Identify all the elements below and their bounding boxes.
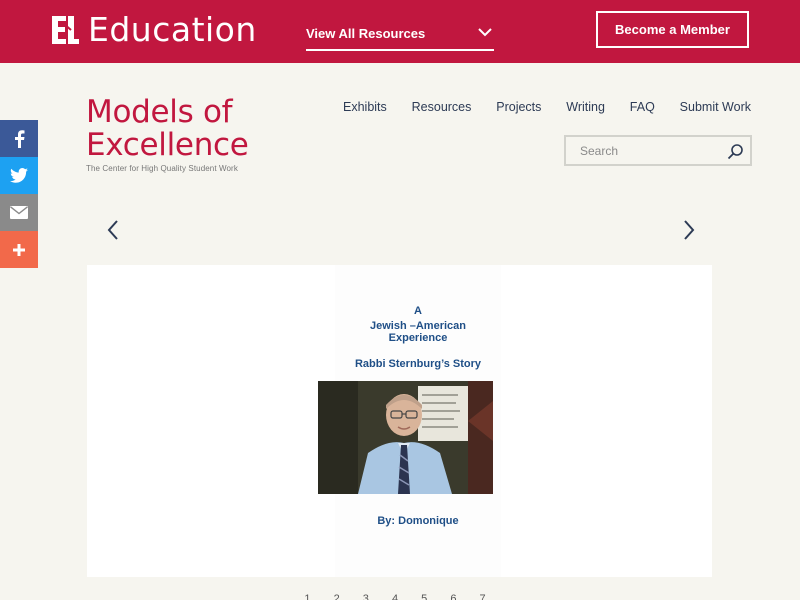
- cover-title-line-2: Experience: [388, 332, 448, 344]
- brand-tagline: The Center for High Quality Student Work: [86, 164, 238, 173]
- carousel-prev-arrow-icon[interactable]: [104, 219, 124, 241]
- pager-page[interactable]: 5: [421, 593, 437, 600]
- resources-dropdown-label: View All Resources: [306, 26, 426, 41]
- carousel-pager: 1 2 3 4 5 6 7: [0, 593, 800, 600]
- social-share-bar: [0, 120, 38, 268]
- top-bar: Education View All Resources Become a Me…: [0, 0, 800, 63]
- el-education-logo[interactable]: Education: [50, 12, 257, 48]
- models-of-excellence-logo[interactable]: Models of Excellence The Center for High…: [86, 94, 249, 174]
- pager-page[interactable]: 2: [334, 593, 350, 600]
- carousel-next-arrow-icon[interactable]: [678, 219, 698, 241]
- cover-photo: [318, 381, 493, 494]
- logo-wordmark: Education: [88, 10, 257, 49]
- facebook-share-button[interactable]: [0, 120, 38, 157]
- main-nav: Exhibits Resources Projects Writing FAQ …: [343, 100, 751, 114]
- search-input[interactable]: [566, 137, 716, 164]
- email-share-button[interactable]: [0, 194, 38, 231]
- view-all-resources-dropdown[interactable]: View All Resources: [306, 17, 494, 51]
- nav-exhibits[interactable]: Exhibits: [343, 100, 387, 114]
- nav-submit-work[interactable]: Submit Work: [680, 100, 751, 114]
- pager-page[interactable]: 4: [392, 593, 408, 600]
- el-logo-icon: [52, 16, 79, 44]
- search-icon[interactable]: [727, 143, 744, 160]
- nav-writing[interactable]: Writing: [566, 100, 605, 114]
- brand-title-line-2: Excellence: [86, 127, 249, 163]
- nav-resources[interactable]: Resources: [412, 100, 472, 114]
- facebook-icon: [15, 129, 25, 148]
- pager-page[interactable]: 1: [304, 593, 320, 600]
- brand-title-line-1: Models of: [86, 94, 233, 130]
- envelope-icon: [10, 206, 28, 219]
- pager-page[interactable]: 3: [363, 593, 379, 600]
- cover-title-a: A: [414, 305, 422, 317]
- carousel-slide[interactable]: A Jewish –American Experience Rabbi Ster…: [87, 265, 712, 577]
- search-box: [564, 135, 752, 166]
- pager-page[interactable]: 6: [450, 593, 466, 600]
- more-share-button[interactable]: [0, 231, 38, 268]
- plus-icon: [13, 243, 25, 256]
- nav-faq[interactable]: FAQ: [630, 100, 655, 114]
- cover-byline: By: Domonique: [377, 515, 459, 527]
- become-member-button[interactable]: Become a Member: [596, 11, 749, 48]
- twitter-icon: [10, 168, 28, 183]
- cover-subtitle: Rabbi Sternburg’s Story: [354, 358, 482, 370]
- chevron-down-icon: [478, 28, 492, 37]
- twitter-share-button[interactable]: [0, 157, 38, 194]
- nav-projects[interactable]: Projects: [496, 100, 541, 114]
- pager-page[interactable]: 7: [480, 593, 496, 600]
